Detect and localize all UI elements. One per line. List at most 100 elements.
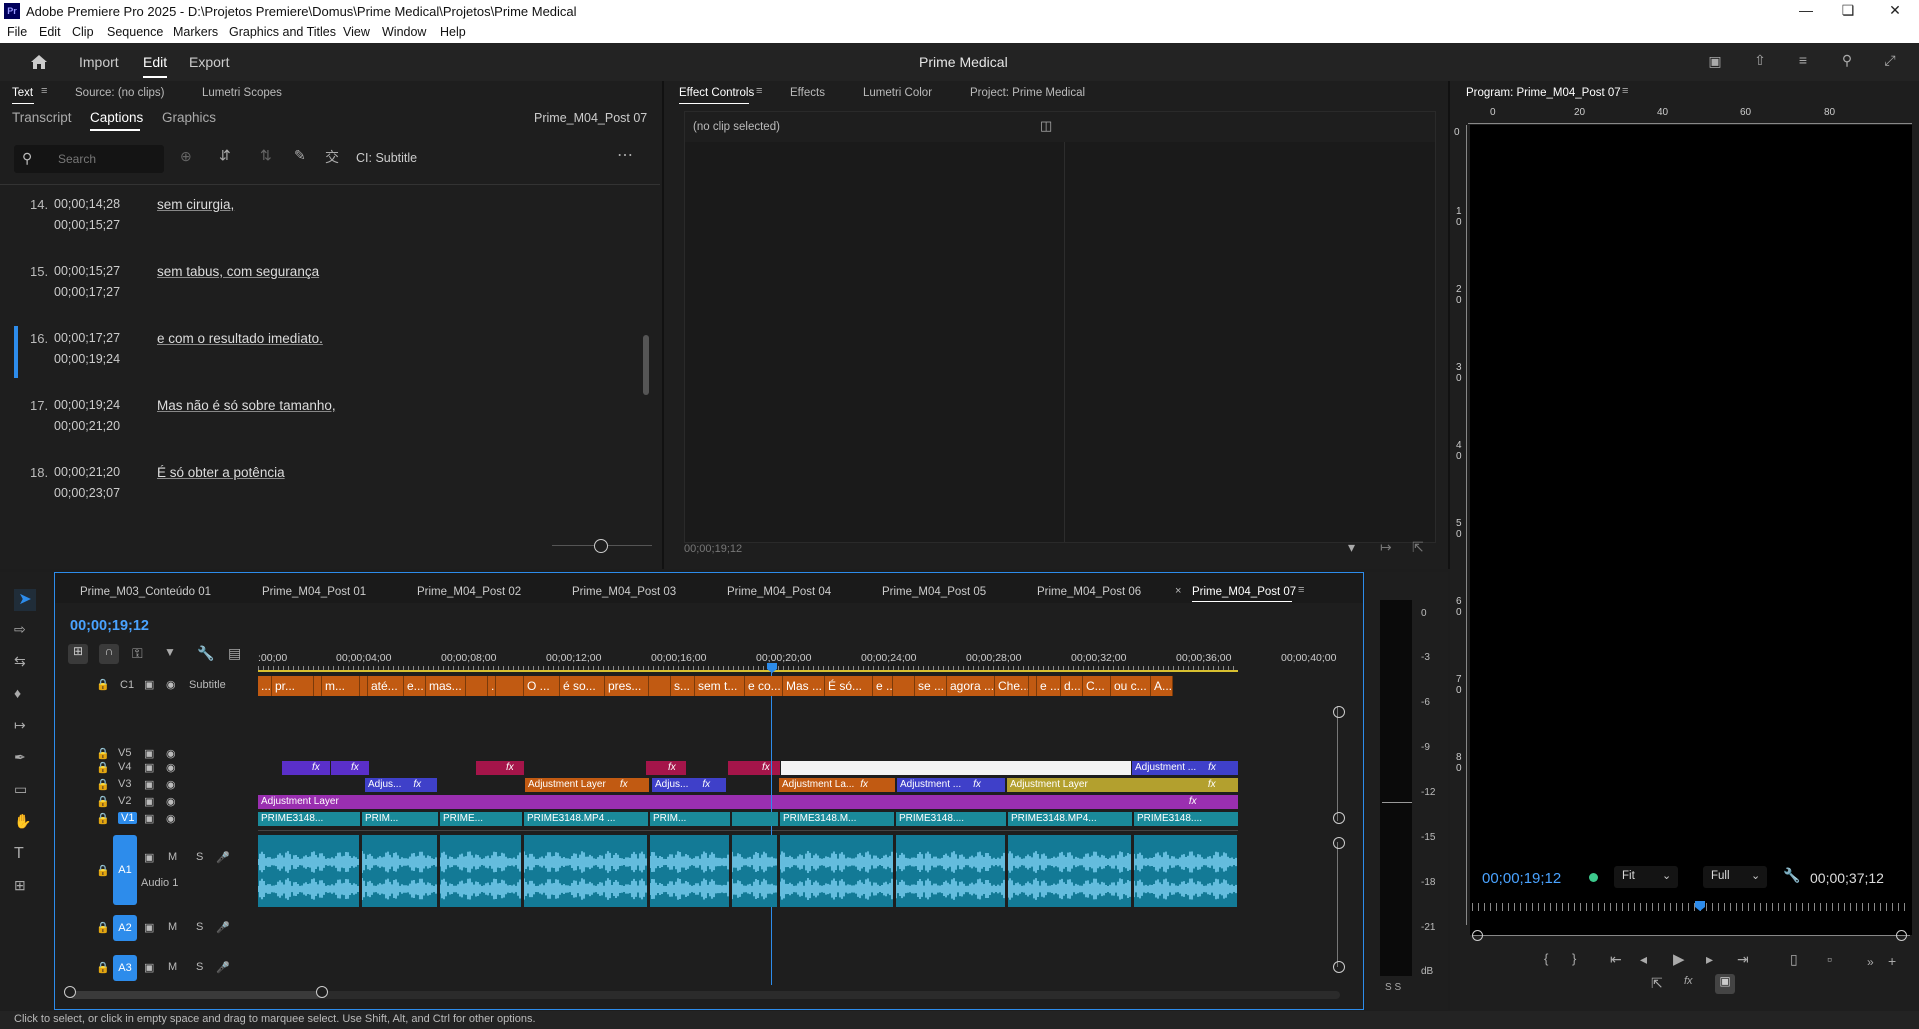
tab-lumetri-scopes[interactable]: Lumetri Scopes <box>202 87 282 99</box>
caption-clip[interactable]: pr... <box>272 676 314 696</box>
search-box[interactable]: ⚲ Search <box>14 145 164 173</box>
video-preview[interactable] <box>1470 125 1912 935</box>
maximize-icon[interactable]: ❏ <box>1828 2 1868 20</box>
track-label[interactable]: V5 <box>118 747 131 759</box>
caption-clip[interactable] <box>466 676 488 696</box>
menu-markers[interactable]: Markers <box>173 25 218 39</box>
play-audio-icon[interactable]: ↦ <box>1380 539 1392 556</box>
type-tool-icon[interactable]: T <box>14 845 24 863</box>
timeline-tab[interactable]: Prime_M03_Conteúdo 01 <box>80 586 211 598</box>
caption-row[interactable]: 14. 00;00;14;28 00;00;15;27 sem cirurgia… <box>0 197 650 247</box>
mute-button[interactable]: M <box>168 851 177 863</box>
v1-video-clip[interactable]: PRIME3148... <box>258 812 360 826</box>
a1-audio-clip[interactable] <box>524 835 647 907</box>
export-frame-icon[interactable]: ⇱ <box>1651 975 1663 992</box>
lock-icon[interactable]: 🔒 <box>96 678 110 691</box>
caption-clip[interactable] <box>314 676 322 696</box>
fit-dropdown[interactable]: Fit ⌄ <box>1614 866 1678 888</box>
slip-tool-icon[interactable]: ↦ <box>14 717 26 734</box>
v3-adjustment-clip[interactable]: Adjustment Layer fx <box>1007 778 1238 792</box>
v1-video-clip[interactable] <box>732 812 778 826</box>
v4-clip[interactable]: fx <box>728 761 780 775</box>
v4-adjustment-clip[interactable]: Adjustment ... fx <box>1132 761 1238 775</box>
caption-clip[interactable]: m... <box>322 676 360 696</box>
h-scroll-handle-left[interactable] <box>64 986 76 998</box>
a1-audio-clip[interactable] <box>362 835 437 907</box>
zoom-slider-handle[interactable] <box>594 539 608 553</box>
tab-source[interactable]: Source: (no clips) <box>75 87 164 99</box>
eye-icon[interactable]: ◉ <box>166 747 176 760</box>
toggle-timeline-icon[interactable]: ◫ <box>1040 118 1052 134</box>
solo-button[interactable]: S <box>196 961 203 973</box>
mute-button[interactable]: M <box>168 961 177 973</box>
v3-adjustment-clip[interactable]: Adjustment ... fx <box>897 778 1005 792</box>
panel-menu-icon[interactable]: ≡ <box>756 85 762 97</box>
search-input[interactable]: Search <box>58 152 96 166</box>
v4-clip[interactable]: fx <box>476 761 524 775</box>
sync-icon[interactable]: ▣ <box>144 961 154 974</box>
zoom-handle-right[interactable] <box>1896 930 1907 941</box>
timeline-settings-icon[interactable]: 🔧 <box>197 645 214 662</box>
microphone-icon[interactable]: 🎤 <box>216 921 230 934</box>
lock-icon[interactable]: 🔒 <box>96 747 110 760</box>
translate-icon[interactable]: 交 <box>325 147 339 167</box>
solo-button[interactable]: S <box>196 851 203 863</box>
h-scroll-handle-right[interactable] <box>316 986 328 998</box>
captions-toggle-icon[interactable]: ▤ <box>228 645 241 662</box>
timeline-timecode[interactable]: 00;00;19;12 <box>70 618 149 634</box>
lock-icon[interactable]: 🔒 <box>96 795 110 808</box>
minimize-icon[interactable]: — <box>1786 2 1826 20</box>
go-to-out-icon[interactable]: ⇥ <box>1737 951 1749 968</box>
caption-clip[interactable]: s... <box>671 676 695 696</box>
timeline-tab[interactable]: Prime_M04_Post 02 <box>417 586 521 598</box>
subtab-graphics[interactable]: Graphics <box>162 110 216 125</box>
ripple-edit-tool-icon[interactable]: ⇆ <box>14 653 26 670</box>
eye-icon[interactable]: ◉ <box>166 795 176 808</box>
caption-row[interactable]: 18. 00;00;21;20 00;00;23;07 É só obter a… <box>0 465 650 515</box>
v1-video-clip[interactable]: PRIME... <box>440 812 522 826</box>
v-scroll-handle[interactable] <box>1333 837 1345 849</box>
menu-window[interactable]: Window <box>382 25 426 39</box>
track-label[interactable]: V2 <box>118 795 131 807</box>
v1-video-clip[interactable]: PRIM... <box>650 812 730 826</box>
v1-video-clip[interactable]: PRIME3148.MP4 ... <box>524 812 648 826</box>
panel-menu-icon[interactable]: ≡ <box>1298 584 1304 596</box>
caption-clip[interactable]: agora ... <box>947 676 995 696</box>
microphone-icon[interactable]: 🎤 <box>216 961 230 974</box>
timeline-tab[interactable]: Prime_M04_Post 05 <box>882 586 986 598</box>
sync-icon[interactable]: ▣ <box>144 761 154 774</box>
lock-icon[interactable]: 🔒 <box>96 864 110 877</box>
a1-audio-clip[interactable] <box>258 835 359 907</box>
tab-effects[interactable]: Effects <box>790 87 825 99</box>
step-forward-icon[interactable]: ▸ <box>1706 951 1713 968</box>
microphone-icon[interactable]: 🎤 <box>216 851 230 864</box>
a1-audio-clip[interactable] <box>780 835 893 907</box>
timeline-tab[interactable]: Prime_M04_Post 01 <box>262 586 366 598</box>
sync-icon[interactable]: ▣ <box>144 812 154 825</box>
caption-row-active[interactable]: 16. 00;00;17;27 00;00;19;24 e com o resu… <box>0 331 650 381</box>
track-label[interactable]: V3 <box>118 778 131 790</box>
selection-tool-icon[interactable]: ➤ <box>14 589 36 611</box>
caption-clip[interactable] <box>360 676 368 696</box>
eye-icon[interactable]: ◉ <box>166 778 176 791</box>
caption-clip[interactable] <box>893 676 915 696</box>
caption-clip[interactable]: e co... <box>745 676 783 696</box>
tab-lumetri-color[interactable]: Lumetri Color <box>863 87 932 99</box>
progress-search-icon[interactable]: ⚲ <box>1837 52 1857 69</box>
solo-button[interactable]: S <box>196 921 203 933</box>
caption-row[interactable]: 15. 00;00;15;27 00;00;17;27 sem tabus, c… <box>0 264 650 314</box>
a1-audio-clip[interactable] <box>1134 835 1237 907</box>
caption-clip[interactable]: até... <box>368 676 404 696</box>
close-tab-icon[interactable]: × <box>1175 585 1181 597</box>
a1-target[interactable]: A1 <box>113 835 137 905</box>
v-scroll-handle[interactable] <box>1333 961 1345 973</box>
timeline-tab[interactable]: Prime_M04_Post 03 <box>572 586 676 598</box>
v4-clip[interactable]: fx <box>331 761 369 775</box>
caption-clip[interactable]: se ... <box>915 676 947 696</box>
track-select-tool-icon[interactable]: ⇨ <box>14 621 26 638</box>
v4-clip[interactable]: fx <box>282 761 330 775</box>
subtab-captions[interactable]: Captions <box>90 110 143 125</box>
a1-audio-clip[interactable] <box>650 835 729 907</box>
timeline-tab[interactable]: Prime_M04_Post 04 <box>727 586 831 598</box>
scrub-ruler[interactable] <box>1472 903 1910 911</box>
